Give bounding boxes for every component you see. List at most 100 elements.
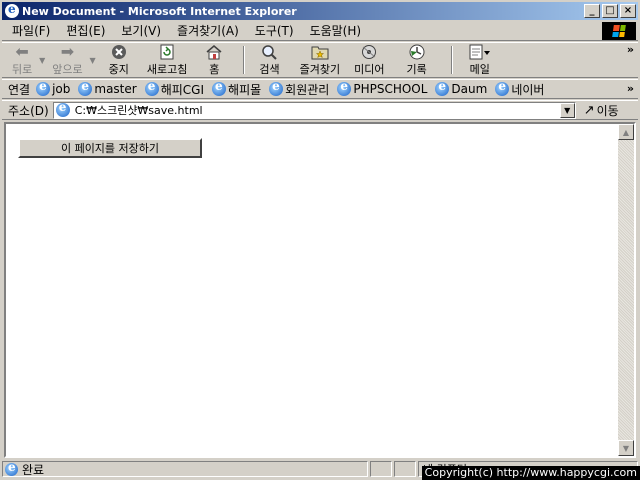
- home-icon: [205, 43, 223, 61]
- scroll-down-button[interactable]: ▼: [618, 440, 634, 456]
- media-button[interactable]: 미디어: [350, 43, 388, 77]
- menu-help[interactable]: 도움말(H): [302, 22, 370, 39]
- refresh-button[interactable]: 새로고침: [143, 43, 191, 77]
- status-text: 완료: [22, 462, 45, 477]
- ie-page-icon: [269, 79, 284, 96]
- stop-label: 중지: [108, 63, 129, 76]
- back-button[interactable]: ⬅ 뒤로: [8, 43, 36, 77]
- history-label: 기록: [406, 63, 427, 76]
- address-input[interactable]: [71, 103, 552, 117]
- toolbar-overflow-chevron[interactable]: »: [627, 43, 634, 56]
- ie-page-icon: [212, 79, 227, 96]
- window-title: New Document - Microsoft Internet Explor…: [22, 4, 297, 18]
- address-dropdown-button[interactable]: ▼: [559, 102, 575, 118]
- back-dropdown[interactable]: ▼: [36, 43, 48, 77]
- history-icon: [409, 43, 425, 61]
- search-icon: [261, 43, 278, 61]
- link-text: job: [52, 82, 71, 96]
- page-icon: [55, 100, 70, 117]
- home-label: 홈: [209, 63, 220, 76]
- address-label: 주소(D): [8, 103, 49, 118]
- link-text: master: [94, 82, 137, 96]
- link-text: 해피몰: [228, 82, 262, 97]
- ie-page-icon: [36, 79, 51, 96]
- link-happycgi[interactable]: 해피CGI: [144, 79, 205, 98]
- maximize-button[interactable]: □: [602, 4, 618, 18]
- caption-buttons: _ □ ×: [582, 4, 636, 18]
- go-label: 이동: [596, 103, 619, 118]
- link-member-admin[interactable]: 회원관리: [269, 79, 330, 98]
- forward-label: 앞으로: [52, 63, 83, 76]
- forward-dropdown[interactable]: ▼: [87, 43, 99, 77]
- mail-icon: [469, 43, 491, 61]
- ie-page-icon: [78, 79, 93, 96]
- copyright-watermark: Copyright(c) http://www.happycgi.com: [421, 466, 640, 480]
- forward-arrow-icon: ➡: [60, 42, 75, 61]
- title-bar[interactable]: New Document - Microsoft Internet Explor…: [2, 2, 638, 20]
- media-label: 미디어: [354, 63, 385, 76]
- status-pane: [394, 461, 416, 477]
- close-button[interactable]: ×: [620, 4, 636, 18]
- status-pane: [370, 461, 392, 477]
- link-text: 회원관리: [285, 82, 330, 97]
- link-text: 네이버: [511, 82, 545, 97]
- favorites-folder-icon: [311, 43, 329, 61]
- links-overflow-chevron[interactable]: »: [627, 82, 634, 95]
- link-job[interactable]: job: [36, 79, 71, 96]
- media-icon: [360, 43, 378, 61]
- ie-page-icon: [435, 79, 450, 96]
- forward-button[interactable]: ➡ 앞으로: [48, 43, 86, 77]
- refresh-label: 새로고침: [146, 63, 188, 76]
- standard-toolbar: ⬅ 뒤로 ▼ ➡ 앞으로 ▼ 중지 새로고침 홈 검색 즐겨찾기 미디어 기록 …: [2, 42, 638, 78]
- address-field[interactable]: ▼: [52, 100, 576, 119]
- windows-logo-throbber: [602, 22, 636, 40]
- links-bar: 연결 job master 해피CGI 해피몰 회원관리 PHPSCHOOL D…: [2, 79, 638, 99]
- links-label: 연결: [8, 82, 31, 97]
- link-daum[interactable]: Daum: [435, 79, 488, 96]
- home-button[interactable]: 홈: [201, 43, 227, 77]
- ie-page-icon: [337, 79, 352, 96]
- favorites-label: 즐겨찾기: [299, 63, 341, 76]
- search-label: 검색: [259, 63, 280, 76]
- menu-favorites[interactable]: 즐겨찾기(A): [169, 22, 247, 39]
- browser-window: New Document - Microsoft Internet Explor…: [0, 0, 640, 480]
- status-main-pane: 완료: [2, 460, 368, 477]
- link-text: PHPSCHOOL: [353, 82, 428, 96]
- mail-button[interactable]: 메일: [465, 43, 495, 77]
- ie-icon[interactable]: [5, 2, 19, 18]
- back-label: 뒤로: [12, 63, 33, 76]
- ie-page-icon: [495, 79, 510, 96]
- menu-edit[interactable]: 편집(E): [58, 22, 113, 39]
- back-arrow-icon: ⬅: [15, 42, 29, 61]
- toolbar-separator: [450, 46, 453, 74]
- link-text: Daum: [451, 82, 488, 96]
- menu-bar: 파일(F) 편집(E) 보기(V) 즐겨찾기(A) 도구(T) 도움말(H): [2, 21, 638, 41]
- menu-file[interactable]: 파일(F): [2, 22, 58, 39]
- history-button[interactable]: 기록: [402, 43, 430, 77]
- link-master[interactable]: master: [78, 79, 137, 96]
- done-page-icon: [5, 460, 18, 476]
- link-text: 해피CGI: [160, 82, 205, 97]
- link-phpschool[interactable]: PHPSCHOOL: [337, 79, 428, 96]
- ie-page-icon: [144, 79, 159, 96]
- stop-button[interactable]: 중지: [105, 43, 133, 77]
- address-bar: 주소(D) ▼ ↗ 이동: [2, 100, 638, 120]
- menu-tools[interactable]: 도구(T): [247, 22, 302, 39]
- mail-label: 메일: [469, 63, 490, 76]
- stop-icon: [111, 43, 127, 61]
- scroll-up-button[interactable]: ▲: [618, 124, 634, 140]
- link-happymall[interactable]: 해피몰: [212, 79, 262, 98]
- refresh-icon: [159, 43, 175, 61]
- page-content: 이 페이지를 저장하기 ▲ ▼: [4, 122, 636, 458]
- menu-view[interactable]: 보기(V): [113, 22, 169, 39]
- save-page-button[interactable]: 이 페이지를 저장하기: [18, 138, 202, 158]
- minimize-button[interactable]: _: [584, 4, 600, 18]
- favorites-button[interactable]: 즐겨찾기: [296, 43, 344, 77]
- link-naver[interactable]: 네이버: [495, 79, 545, 98]
- vertical-scrollbar[interactable]: ▲ ▼: [618, 124, 634, 456]
- search-button[interactable]: 검색: [255, 43, 283, 77]
- go-button[interactable]: ↗ 이동: [584, 102, 619, 119]
- toolbar-separator: [243, 46, 246, 74]
- go-arrow-icon: ↗: [583, 102, 595, 118]
- windows-flag-icon: [612, 25, 626, 37]
